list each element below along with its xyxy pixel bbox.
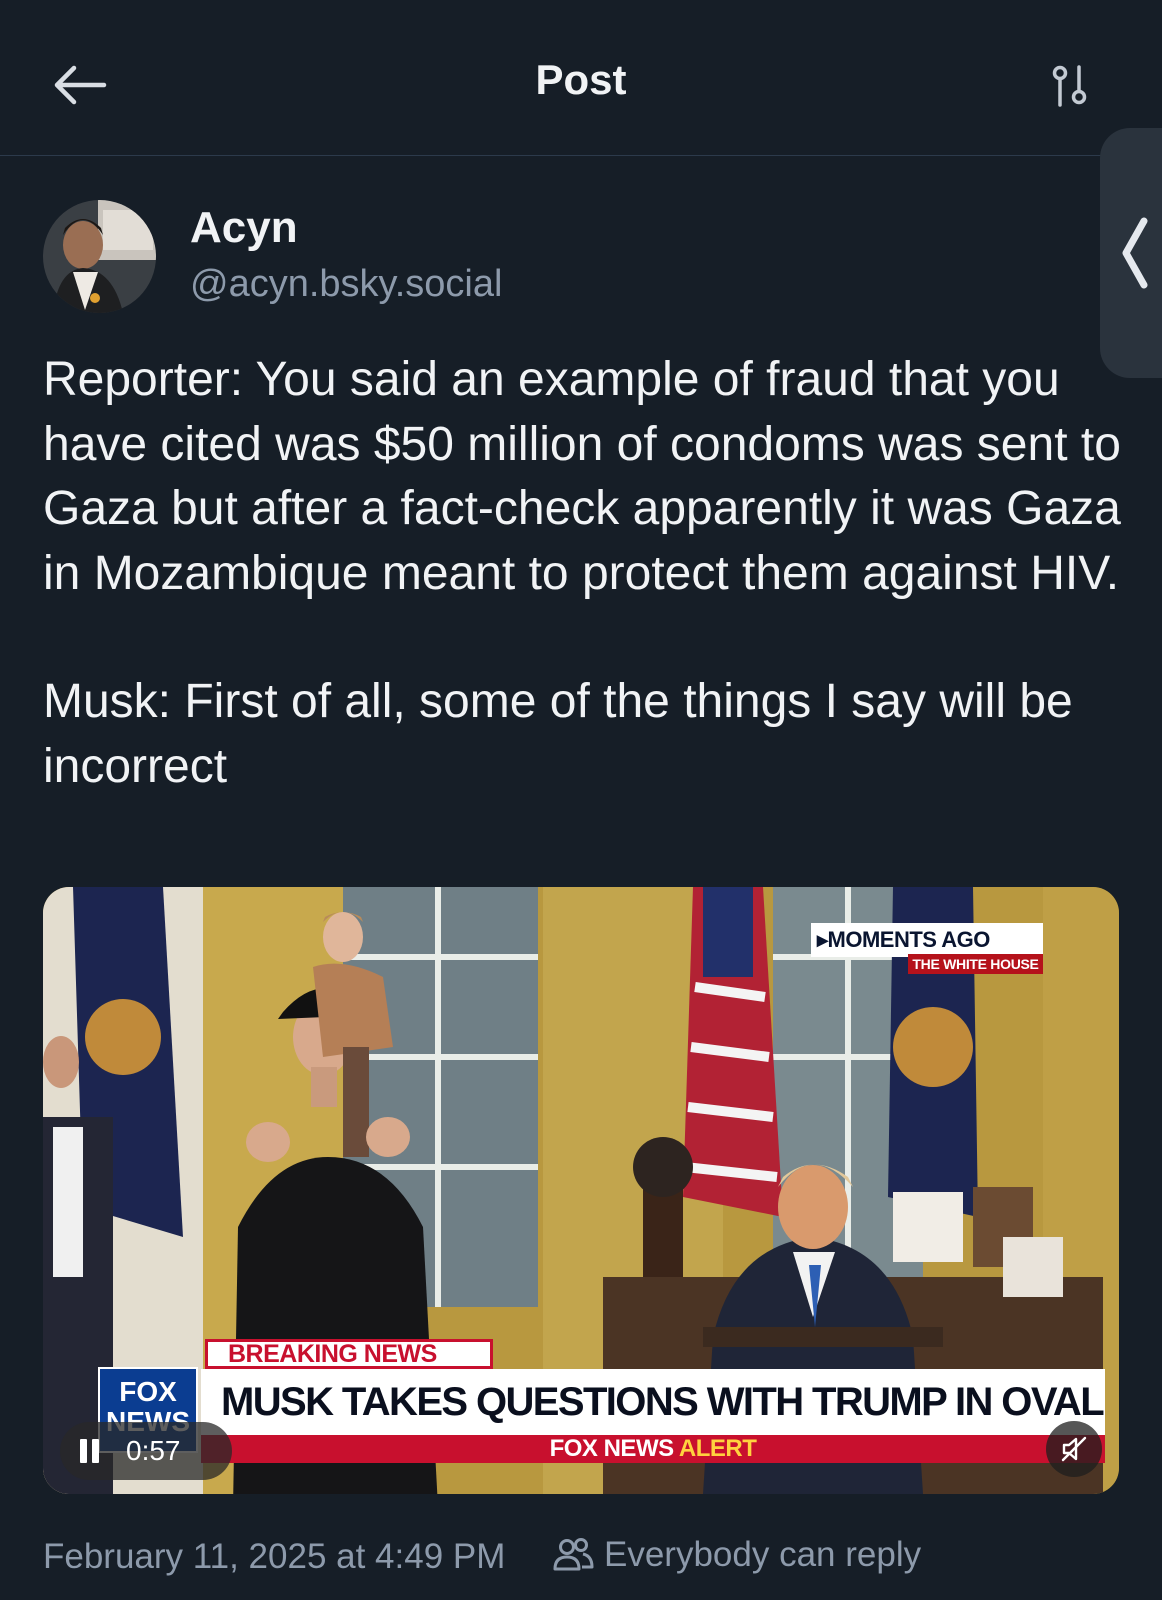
speaker-muted-icon	[1061, 1436, 1087, 1462]
post-timestamp: February 11, 2025 at 4:49 PM	[43, 1537, 506, 1576]
sliders-icon	[1052, 65, 1087, 107]
post-paragraph: Reporter: You said an example of fraud t…	[43, 353, 1121, 600]
alert-prefix: FOX NEWS	[549, 1435, 675, 1462]
mute-button[interactable]	[1046, 1421, 1102, 1477]
post-page: Post Acyn @acyn.bsky.social Reporter: Yo…	[0, 0, 1162, 1600]
header-bar: Post	[0, 0, 1162, 156]
avatar-image	[43, 200, 156, 313]
author-handle[interactable]: @acyn.bsky.social	[190, 263, 502, 306]
pause-icon[interactable]	[80, 1439, 102, 1463]
reply-setting-button[interactable]: Everybody can reply	[552, 1535, 921, 1575]
video-player[interactable]: ▸MOMENTS AGO THE WHITE HOUSE BREAKING NE…	[43, 887, 1119, 1494]
moments-ago-banner: ▸MOMENTS AGO	[811, 923, 1043, 957]
avatar[interactable]	[43, 200, 156, 313]
playback-control[interactable]: 0:57	[60, 1422, 232, 1480]
news-headline: MUSK TAKES QUESTIONS WITH TRUMP IN OVAL …	[201, 1369, 1105, 1435]
chevron-left-icon	[1122, 217, 1148, 289]
people-icon	[553, 1538, 594, 1571]
author-name[interactable]: Acyn	[190, 203, 298, 253]
breaking-news-label: BREAKING NEWS	[205, 1339, 493, 1369]
news-word: NEWS	[363, 1340, 438, 1368]
alert-word: ALERT	[678, 1435, 757, 1462]
page-title: Post	[535, 56, 627, 103]
location-banner: THE WHITE HOUSE	[908, 954, 1043, 974]
post-body: Reporter: You said an example of fraud t…	[43, 348, 1123, 799]
fox-news-alert-bar: FOX NEWS ALERT	[201, 1435, 1105, 1463]
side-panel-handle[interactable]	[1100, 128, 1162, 378]
post-paragraph: Musk: First of all, some of the things I…	[43, 675, 1073, 793]
reply-setting-label: Everybody can reply	[604, 1535, 922, 1574]
video-time: 0:57	[126, 1435, 181, 1466]
thread-settings-button[interactable]	[1044, 60, 1096, 112]
breaking-word: BREAKING	[228, 1340, 358, 1368]
logo-top-word: FOX	[119, 1376, 177, 1407]
